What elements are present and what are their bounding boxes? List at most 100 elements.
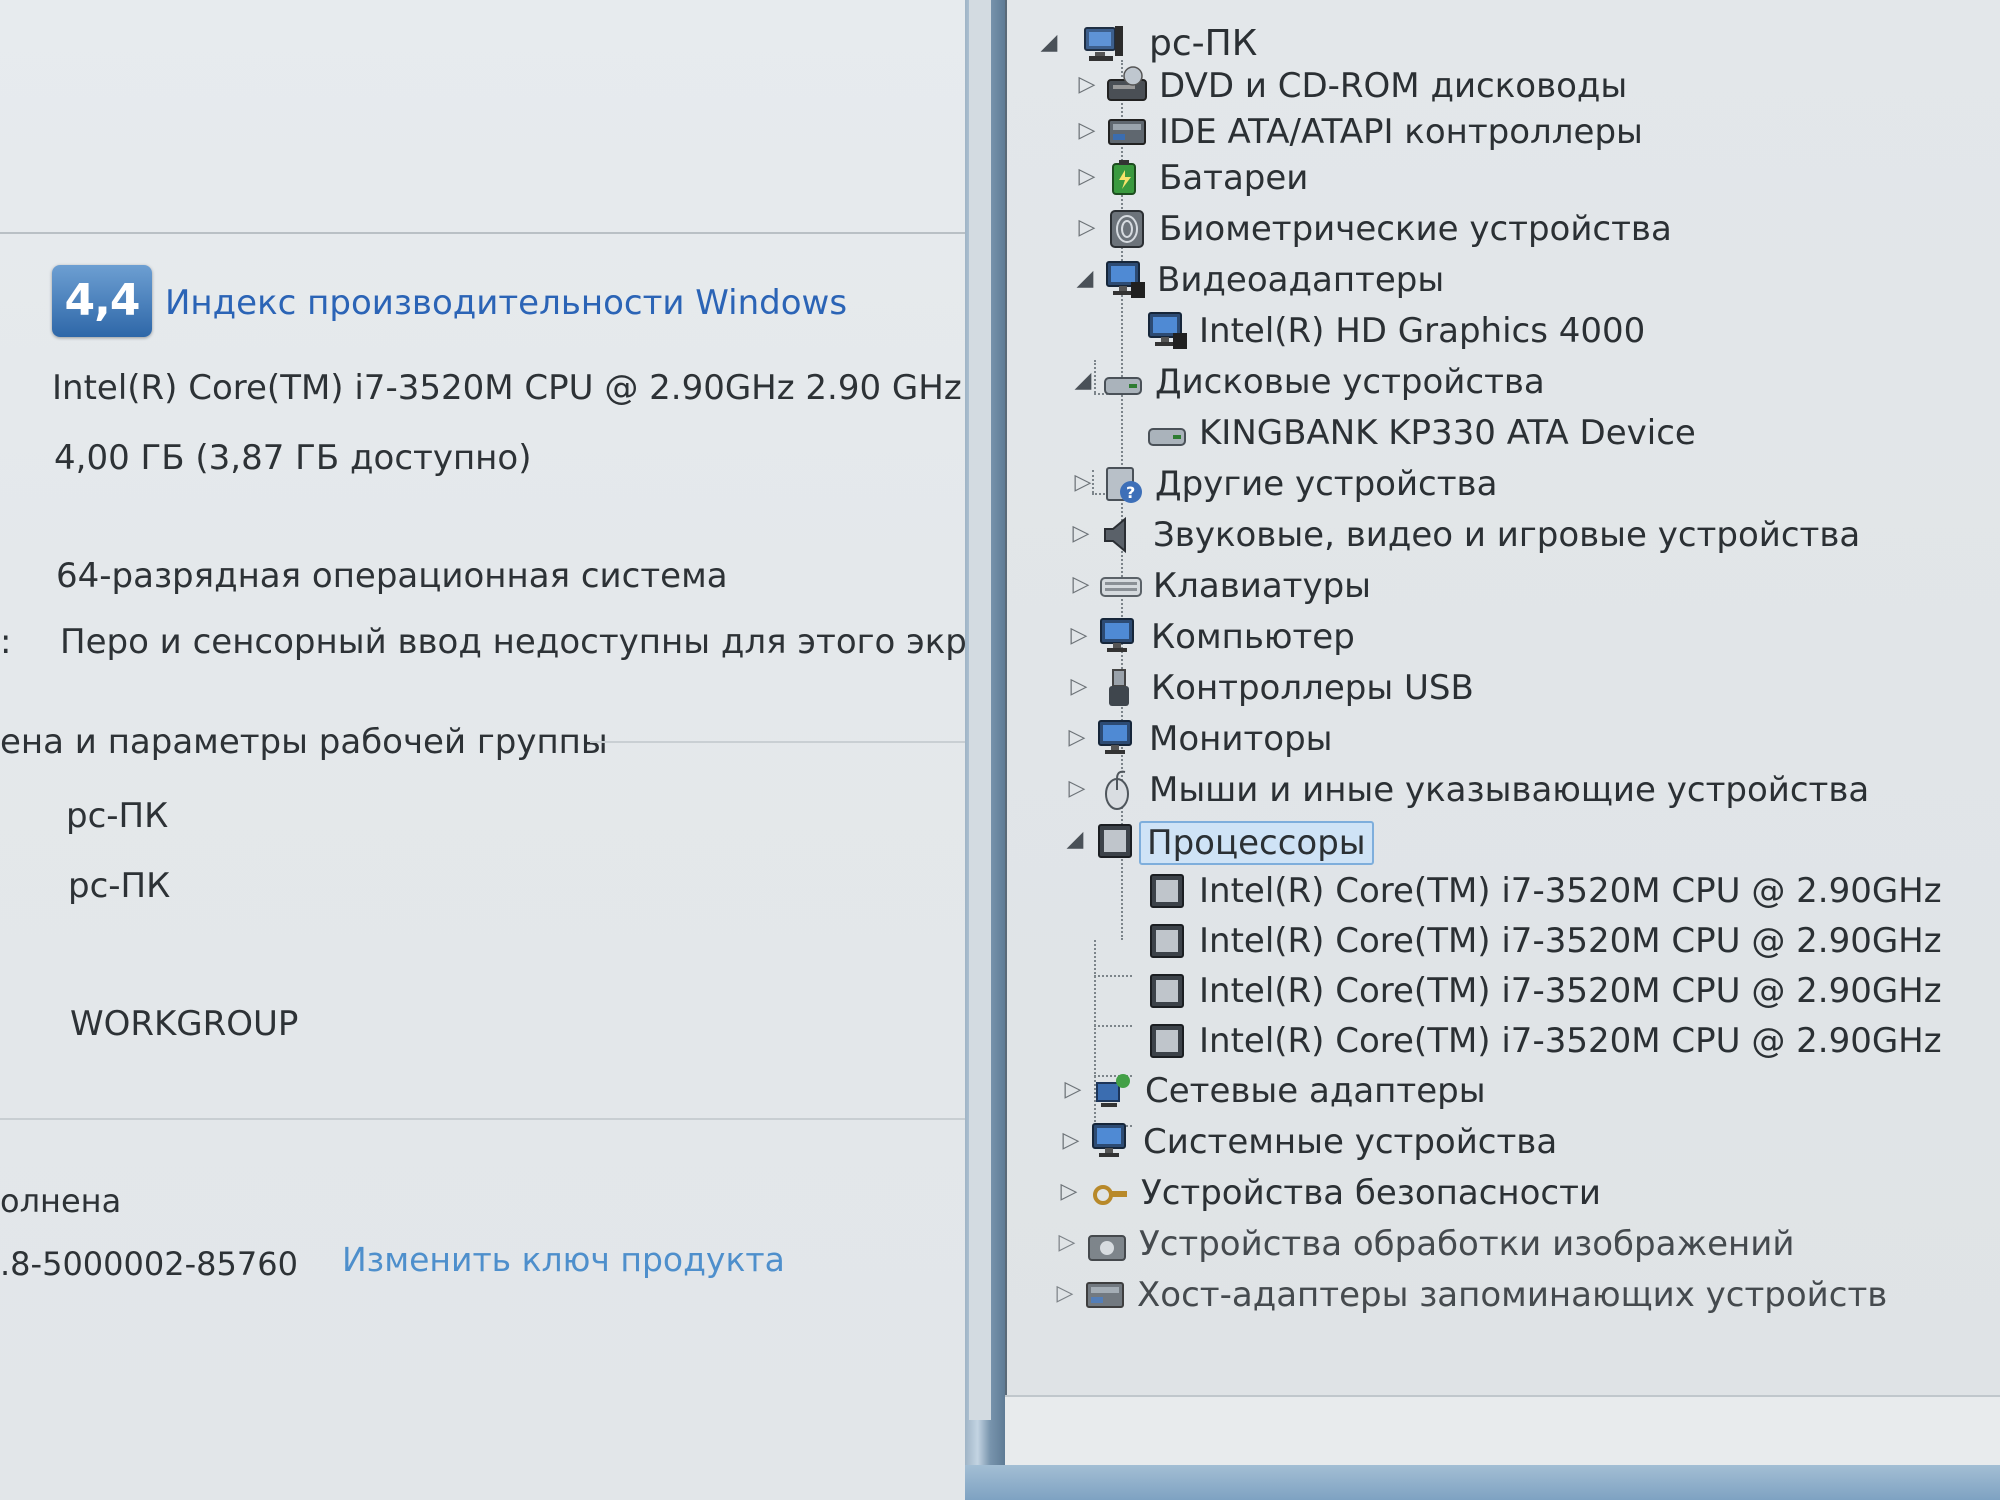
workgroup-value: WORKGROUP — [70, 1004, 299, 1044]
processor-icon — [1150, 1024, 1184, 1058]
change-product-key-link[interactable]: Изменить ключ продукта — [342, 1240, 785, 1279]
category-label: Мониторы — [1149, 719, 1333, 759]
unknown-device-icon: ? — [1106, 467, 1142, 503]
device-label: KINGBANK KP330 ATA Device — [1199, 413, 1696, 453]
processor-icon — [1150, 924, 1184, 958]
expand-arrow-icon[interactable]: ▷ — [1059, 1179, 1079, 1205]
category-label: Системные устройства — [1143, 1122, 1558, 1162]
os-type-value: 64-разрядная операционная система — [56, 556, 728, 596]
category-label: Контроллеры USB — [1151, 668, 1474, 708]
tree-device-item[interactable]: Intel(R) HD Graphics 4000 — [1127, 307, 2000, 357]
tree-device-item[interactable]: Intel(R) Core(TM) i7-3520M CPU @ 2.90GHz — [1127, 917, 2000, 967]
expand-arrow-icon[interactable]: ▷ — [1069, 674, 1089, 700]
expand-arrow-icon[interactable]: ▷ — [1061, 1128, 1081, 1154]
status-bar — [1005, 1395, 2000, 1467]
tree-device-item[interactable]: KINGBANK KP330 ATA Device — [1127, 409, 2000, 459]
storage-controller-icon — [1086, 1282, 1124, 1308]
category-label: DVD и CD-ROM дисководы — [1159, 66, 1628, 106]
tree-category-item[interactable]: ◢ Процессоры — [1065, 817, 1965, 867]
expand-arrow-icon[interactable]: ▷ — [1077, 215, 1097, 241]
computer-name-value: pc-ПК — [66, 796, 169, 836]
processor-icon — [1150, 874, 1184, 908]
keyboard-icon — [1100, 577, 1142, 597]
tree-category-item[interactable]: ▷ Устройства обработки изображений — [1057, 1220, 1957, 1270]
expand-arrow-icon[interactable]: ▷ — [1077, 72, 1097, 98]
processor-icon — [1150, 974, 1184, 1008]
tree-device-item[interactable]: Intel(R) Core(TM) i7-3520M CPU @ 2.90GHz — [1127, 967, 2000, 1017]
collapse-arrow-icon[interactable]: ◢ — [1039, 30, 1059, 56]
expand-arrow-icon[interactable]: ▷ — [1071, 521, 1091, 547]
tree-root-label: pc-ПК — [1149, 23, 1258, 64]
tree-category-item[interactable]: ▷ Биометрические устройства — [1077, 205, 1977, 255]
battery-icon — [1112, 160, 1136, 195]
tree-category-item[interactable]: ▷ IDE ATA/ATAPI контроллеры — [1077, 108, 1977, 158]
tree-device-item[interactable]: Intel(R) Core(TM) i7-3520M CPU @ 2.90GHz — [1127, 867, 2000, 917]
category-label: Звуковые, видео и игровые устройства — [1153, 515, 1861, 555]
category-label: Компьютер — [1151, 617, 1355, 657]
expand-arrow-icon[interactable]: ▷ — [1063, 1077, 1083, 1103]
device-label: Intel(R) Core(TM) i7-3520M CPU @ 2.90GHz — [1199, 971, 1942, 1011]
usb-icon — [1109, 669, 1129, 706]
collapse-arrow-icon[interactable]: ◢ — [1073, 368, 1093, 394]
tree-device-item[interactable]: Intel(R) Core(TM) i7-3520M CPU @ 2.90GHz — [1127, 1017, 2000, 1067]
category-label: Процессоры — [1139, 821, 1374, 865]
mouse-icon — [1105, 770, 1129, 810]
tree-category-item[interactable]: ▷ Батареи — [1077, 154, 1977, 204]
memory-value: 4,00 ГБ (3,87 ГБ доступно) — [54, 438, 532, 478]
expand-arrow-icon[interactable]: ▷ — [1057, 1230, 1077, 1256]
tree-category-item[interactable]: ▷ Устройства безопасности — [1059, 1169, 1959, 1219]
tree-category-item[interactable]: ▷ Хост-адаптеры запоминающих устройств — [1055, 1271, 1955, 1321]
display-adapter-icon — [1148, 312, 1187, 349]
activation-status: олнена — [0, 1182, 122, 1220]
tree-category-item[interactable]: ▷ Звуковые, видео и игровые устройства — [1071, 511, 1971, 561]
tree-category-item[interactable]: ▷? Другие устройства — [1073, 460, 1973, 510]
tree-category-item[interactable]: ◢ Дисковые устройства — [1073, 358, 1973, 408]
tree-category-item[interactable]: ▷ Мониторы — [1067, 715, 1967, 765]
device-label: Intel(R) Core(TM) i7-3520M CPU @ 2.90GHz — [1199, 871, 1942, 911]
wei-link[interactable]: Индекс производительности Windows — [165, 283, 847, 323]
tree-category-item[interactable]: ▷ Контроллеры USB — [1069, 664, 1969, 714]
expand-arrow-icon[interactable]: ▷ — [1069, 623, 1089, 649]
pen-label-colon: : — [0, 622, 12, 662]
tree-category-item[interactable]: ▷ Сетевые адаптеры — [1063, 1067, 1963, 1117]
expand-arrow-icon[interactable]: ▷ — [1077, 118, 1097, 144]
device-label: Intel(R) HD Graphics 4000 — [1199, 311, 1646, 351]
collapse-arrow-icon[interactable]: ◢ — [1075, 266, 1095, 292]
svg-text:?: ? — [1126, 483, 1135, 502]
section-divider — [590, 741, 975, 743]
tree-category-item[interactable]: ◢ Видеоадаптеры — [1075, 256, 1975, 306]
processor-value: Intel(R) Core(TM) i7-3520M CPU @ 2.90GHz… — [52, 368, 962, 408]
tree-category-item[interactable]: ▷ Компьютер — [1069, 613, 1969, 663]
expand-arrow-icon[interactable]: ▷ — [1055, 1281, 1075, 1307]
window-border — [965, 0, 1007, 1500]
collapse-arrow-icon[interactable]: ◢ — [1065, 827, 1085, 853]
vertical-scrollbar[interactable] — [969, 0, 991, 1420]
product-id-value: .8-5000002-85760 — [0, 1245, 298, 1283]
category-label: Другие устройства — [1155, 464, 1498, 504]
tree-category-item[interactable]: ▷ Мыши и иные указывающие устройства — [1067, 766, 1967, 816]
tree-category-item[interactable]: ▷ DVD и CD-ROM дисководы — [1077, 62, 1977, 112]
category-label: Хост-адаптеры запоминающих устройств — [1137, 1275, 1888, 1315]
processor-icon — [1098, 824, 1132, 858]
expand-arrow-icon[interactable]: ▷ — [1067, 725, 1087, 751]
expand-arrow-icon[interactable]: ▷ — [1071, 572, 1091, 598]
category-label: IDE ATA/ATAPI контроллеры — [1159, 112, 1643, 152]
system-properties-panel: 4,4 Индекс производительности Windows In… — [0, 0, 1031, 1500]
system-devices-icon — [1092, 1123, 1126, 1157]
imaging-device-icon — [1088, 1235, 1126, 1261]
tree-category-item[interactable]: ▷ Системные устройства — [1061, 1118, 1961, 1168]
category-label: Устройства обработки изображений — [1139, 1224, 1795, 1264]
expand-arrow-icon[interactable]: ▷ — [1067, 776, 1087, 802]
computer-icon — [1100, 618, 1134, 652]
ide-controller-icon — [1108, 119, 1146, 145]
expand-arrow-icon[interactable]: ▷ — [1077, 164, 1097, 190]
category-label: Устройства безопасности — [1141, 1173, 1602, 1213]
expand-arrow-icon[interactable]: ▷ — [1073, 470, 1093, 496]
tree-category-item[interactable]: ▷ Клавиатуры — [1071, 562, 1971, 612]
taskbar-edge — [965, 1465, 2000, 1500]
category-label: Мыши и иные указывающие устройства — [1149, 770, 1870, 810]
category-label: Видеоадаптеры — [1157, 260, 1445, 300]
wei-score-badge[interactable]: 4,4 — [52, 265, 152, 337]
computer-icon — [1084, 26, 1123, 61]
divider — [0, 232, 975, 234]
